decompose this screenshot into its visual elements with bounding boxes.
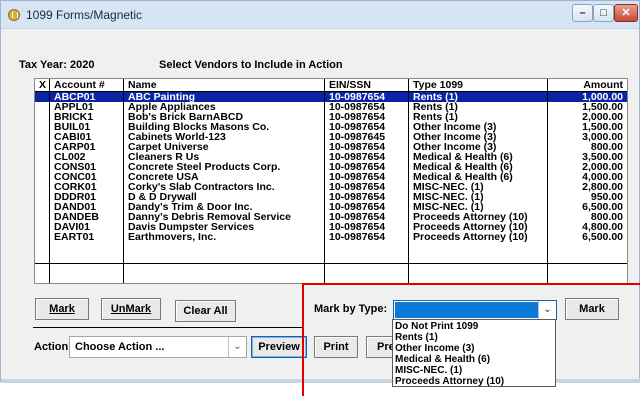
- mark-by-type-dropdown-list[interactable]: Do Not Print 1099 Rents (1) Other Income…: [392, 319, 556, 387]
- instruction-label: Select Vendors to Include in Action: [159, 59, 343, 71]
- dropdown-option[interactable]: Medical & Health (6): [395, 354, 490, 365]
- title-bar: 1099 Forms/Magnetic – □ ✕: [1, 1, 639, 29]
- window-title: 1099 Forms/Magnetic: [26, 8, 143, 22]
- column-divider: [324, 79, 325, 283]
- dropdown-option[interactable]: Proceeds Attorney (10): [395, 376, 504, 387]
- clear-all-button[interactable]: Clear All: [175, 300, 236, 322]
- mark-by-type-select[interactable]: ⌄: [393, 300, 557, 320]
- mark-by-type-button[interactable]: Mark: [565, 298, 619, 320]
- name-cell: Earthmovers, Inc.: [128, 231, 217, 243]
- unmark-button[interactable]: UnMark: [101, 298, 161, 320]
- mark-button[interactable]: Mark: [35, 298, 89, 320]
- column-header-amount[interactable]: Amount: [583, 79, 623, 91]
- mark-by-type-selected-value: [395, 302, 538, 318]
- amount-cell: 6,500.00: [582, 231, 623, 243]
- action-select[interactable]: Choose Action ... ⌄: [69, 336, 247, 358]
- separator-line: [33, 327, 303, 328]
- column-header-type[interactable]: Type 1099: [413, 79, 463, 91]
- tax-year-label: Tax Year: 2020: [19, 59, 95, 71]
- unmark-button-label: UnMark: [110, 303, 152, 315]
- print-button[interactable]: Print: [314, 336, 358, 358]
- highlight-box-top: [302, 283, 640, 285]
- dropdown-option[interactable]: MISC-NEC. (1): [395, 365, 462, 376]
- action-label: Action:: [34, 341, 72, 353]
- minimize-icon: –: [579, 7, 586, 19]
- preview-button[interactable]: Preview: [251, 336, 307, 358]
- app-dollar-icon: [8, 9, 20, 21]
- column-header-name[interactable]: Name: [128, 79, 157, 91]
- vendor-table[interactable]: X Account # Name EIN/SSN Type 1099 Amoun…: [34, 78, 628, 284]
- column-header-x[interactable]: X: [39, 79, 46, 91]
- action-select-value: Choose Action ...: [75, 341, 165, 353]
- type-cell: Proceeds Attorney (10): [413, 231, 528, 243]
- close-icon: ✕: [621, 7, 631, 19]
- column-divider: [49, 79, 50, 283]
- maximize-button[interactable]: □: [593, 4, 614, 22]
- column-header-account[interactable]: Account #: [54, 79, 105, 91]
- mark-by-type-label: Mark by Type:: [314, 303, 388, 315]
- highlight-box-left: [302, 283, 304, 396]
- ein-cell: 10-0987654: [329, 231, 386, 243]
- dropdown-option[interactable]: Other Income (3): [395, 343, 474, 354]
- maximize-icon: □: [600, 7, 607, 19]
- column-header-ein[interactable]: EIN/SSN: [329, 79, 371, 91]
- minimize-button[interactable]: –: [572, 4, 593, 22]
- dropdown-option[interactable]: Rents (1): [395, 332, 438, 343]
- column-divider: [408, 79, 409, 283]
- close-button[interactable]: ✕: [614, 4, 638, 22]
- column-divider: [547, 79, 548, 283]
- chevron-down-icon[interactable]: ⌄: [538, 301, 556, 319]
- chevron-down-icon[interactable]: ⌄: [228, 337, 246, 357]
- account-cell: EART01: [54, 231, 95, 243]
- dropdown-option[interactable]: Do Not Print 1099: [395, 321, 478, 332]
- column-divider: [123, 79, 124, 283]
- mark-button-label: Mark: [49, 303, 75, 315]
